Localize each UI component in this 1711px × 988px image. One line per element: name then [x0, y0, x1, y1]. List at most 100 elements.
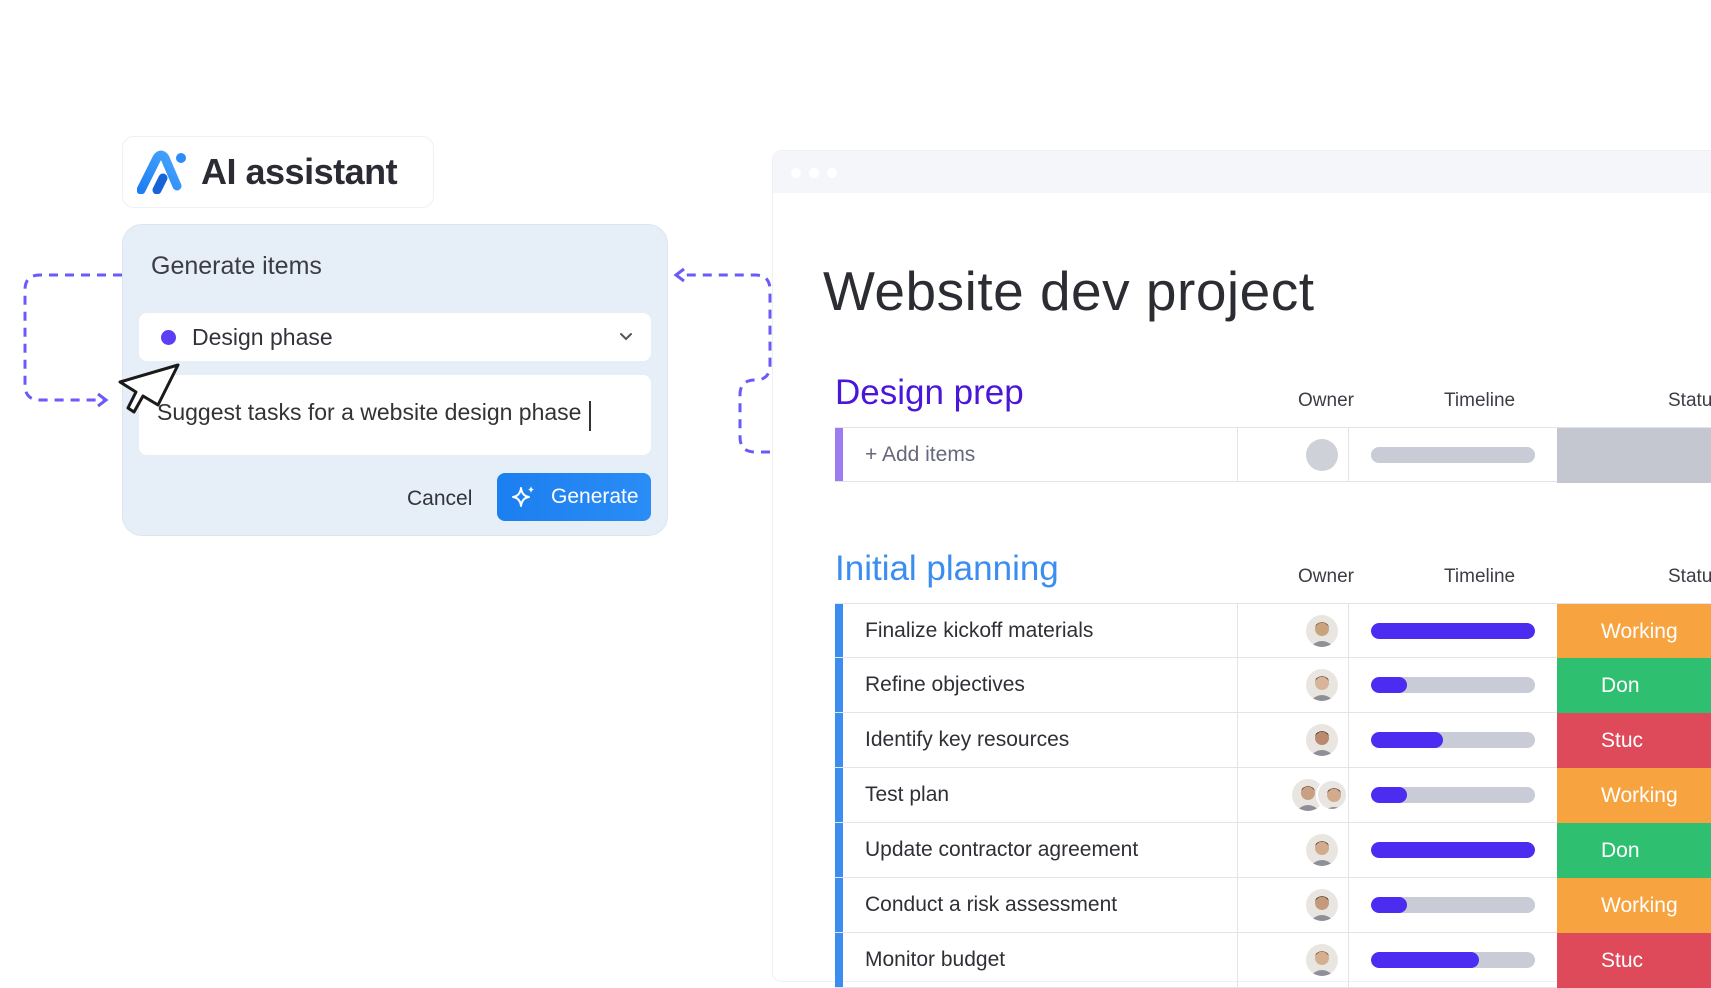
timeline-bar[interactable]: [1371, 623, 1535, 639]
table-row[interactable]: Refine objectives Don: [835, 658, 1711, 713]
timeline-bar[interactable]: [1371, 787, 1535, 803]
timeline-bar[interactable]: [1371, 897, 1535, 913]
ai-assistant-logo-icon: [137, 150, 186, 194]
status-badge[interactable]: Stuc: [1557, 713, 1711, 768]
group-color-bar: [835, 933, 843, 987]
group-title-initial-planning[interactable]: Initial planning: [835, 549, 1059, 589]
item-name[interactable]: Test plan: [865, 783, 949, 807]
group-color-bar: [835, 713, 843, 767]
add-item-row[interactable]: + Add items: [835, 427, 1711, 483]
group-color-bar: [835, 823, 843, 877]
window-titlebar: [773, 151, 1711, 193]
generate-button[interactable]: Generate: [497, 473, 651, 521]
column-header-timeline: Timeline: [1444, 390, 1516, 411]
divider: [1237, 878, 1238, 932]
column-header-owner: Owner: [1298, 566, 1354, 587]
owner-avatar[interactable]: [1292, 779, 1348, 816]
group-color-dot: [161, 329, 176, 345]
divider: [1348, 713, 1349, 767]
timeline-bar[interactable]: [1371, 732, 1535, 748]
timeline-bar-empty[interactable]: [1371, 447, 1535, 463]
item-name[interactable]: Identify key resources: [865, 728, 1069, 752]
table-row[interactable]: Finalize kickoff materials Working: [835, 603, 1711, 659]
sparkle-icon: [512, 486, 534, 507]
item-name[interactable]: Monitor budget: [865, 948, 1005, 972]
divider: [1348, 933, 1349, 987]
timeline-progress-fill: [1371, 787, 1408, 803]
timeline-bar[interactable]: [1371, 677, 1535, 693]
item-name[interactable]: Refine objectives: [865, 673, 1025, 697]
table-row[interactable]: Identify key resources Stuc: [835, 713, 1711, 768]
column-header-timeline: Timeline: [1444, 566, 1516, 587]
column-header-owner: Owner: [1298, 390, 1354, 411]
dialog-title: Generate items: [151, 252, 322, 280]
group-color-bar: [835, 768, 843, 822]
generate-button-label: Generate: [551, 485, 639, 508]
owner-avatar[interactable]: [1306, 724, 1338, 761]
timeline-progress-fill: [1371, 623, 1535, 639]
group-color-bar: [835, 658, 843, 712]
divider: [1348, 878, 1349, 932]
divider: [1237, 768, 1238, 822]
window-dot: [809, 168, 819, 178]
status-badge[interactable]: Working: [1557, 604, 1711, 659]
timeline-progress-fill: [1371, 842, 1535, 858]
window-dot: [791, 168, 801, 178]
divider: [1348, 604, 1349, 657]
ai-assistant-title: AI assistant: [201, 151, 398, 192]
timeline-progress-fill: [1371, 897, 1408, 913]
chevron-down-icon: [620, 333, 632, 341]
timeline-progress-fill: [1371, 952, 1480, 968]
group-color-bar: [835, 878, 843, 932]
board-window: Website dev project Design prep Owner Ti…: [772, 150, 1711, 988]
group-select-dropdown[interactable]: Design phase: [139, 313, 651, 361]
table-row[interactable]: Conduct a risk assessment Working: [835, 878, 1711, 933]
divider: [1237, 658, 1238, 712]
status-cell-empty[interactable]: [1557, 428, 1711, 483]
divider: [1348, 823, 1349, 877]
divider: [1237, 604, 1238, 657]
owner-avatar[interactable]: [1306, 889, 1338, 926]
table-row[interactable]: Update contractor agreement Don: [835, 823, 1711, 878]
timeline-bar[interactable]: [1371, 842, 1535, 858]
divider: [1237, 823, 1238, 877]
group-color-bar: [835, 428, 843, 481]
generate-items-dialog: Generate items Design phase Suggest task…: [122, 224, 668, 536]
divider: [1348, 768, 1349, 822]
status-badge[interactable]: Don: [1557, 658, 1711, 713]
group-title-design-prep[interactable]: Design prep: [835, 373, 1024, 413]
owner-avatar[interactable]: [1306, 669, 1338, 706]
divider: [1237, 933, 1238, 987]
divider: [1348, 428, 1349, 481]
divider: [1237, 713, 1238, 767]
divider: [1237, 428, 1238, 481]
owner-avatar[interactable]: [1306, 834, 1338, 871]
board-title: Website dev project: [823, 260, 1315, 322]
timeline-progress-fill: [1371, 732, 1444, 748]
ai-assistant-badge: AI assistant: [122, 136, 434, 208]
timeline-bar[interactable]: [1371, 952, 1535, 968]
window-dot: [827, 168, 837, 178]
group-select-value: Design phase: [192, 323, 333, 350]
add-items-button[interactable]: + Add items: [865, 443, 975, 467]
empty-avatar[interactable]: [1306, 439, 1338, 476]
status-badge[interactable]: Don: [1557, 823, 1711, 878]
prompt-input-value: Suggest tasks for a website design phase: [157, 399, 582, 425]
group-color-bar: [835, 604, 843, 657]
status-badge[interactable]: Working: [1557, 768, 1711, 823]
table-row[interactable]: Monitor budget Stuc: [835, 933, 1711, 988]
cancel-button[interactable]: Cancel: [407, 487, 472, 511]
item-name[interactable]: Conduct a risk assessment: [865, 893, 1117, 917]
prompt-input[interactable]: Suggest tasks for a website design phase: [139, 375, 651, 455]
status-badge[interactable]: Working: [1557, 878, 1711, 933]
owner-avatar[interactable]: [1306, 615, 1338, 652]
item-name[interactable]: Update contractor agreement: [865, 838, 1138, 862]
table-row[interactable]: Test plan Working: [835, 768, 1711, 823]
item-name[interactable]: Finalize kickoff materials: [865, 619, 1093, 643]
status-badge[interactable]: Stuc: [1557, 933, 1711, 988]
text-caret: [589, 400, 592, 431]
timeline-progress-fill: [1371, 677, 1408, 693]
column-header-status: Statu: [1668, 566, 1711, 587]
divider: [1348, 658, 1349, 712]
mouse-pointer-icon: [118, 363, 180, 414]
